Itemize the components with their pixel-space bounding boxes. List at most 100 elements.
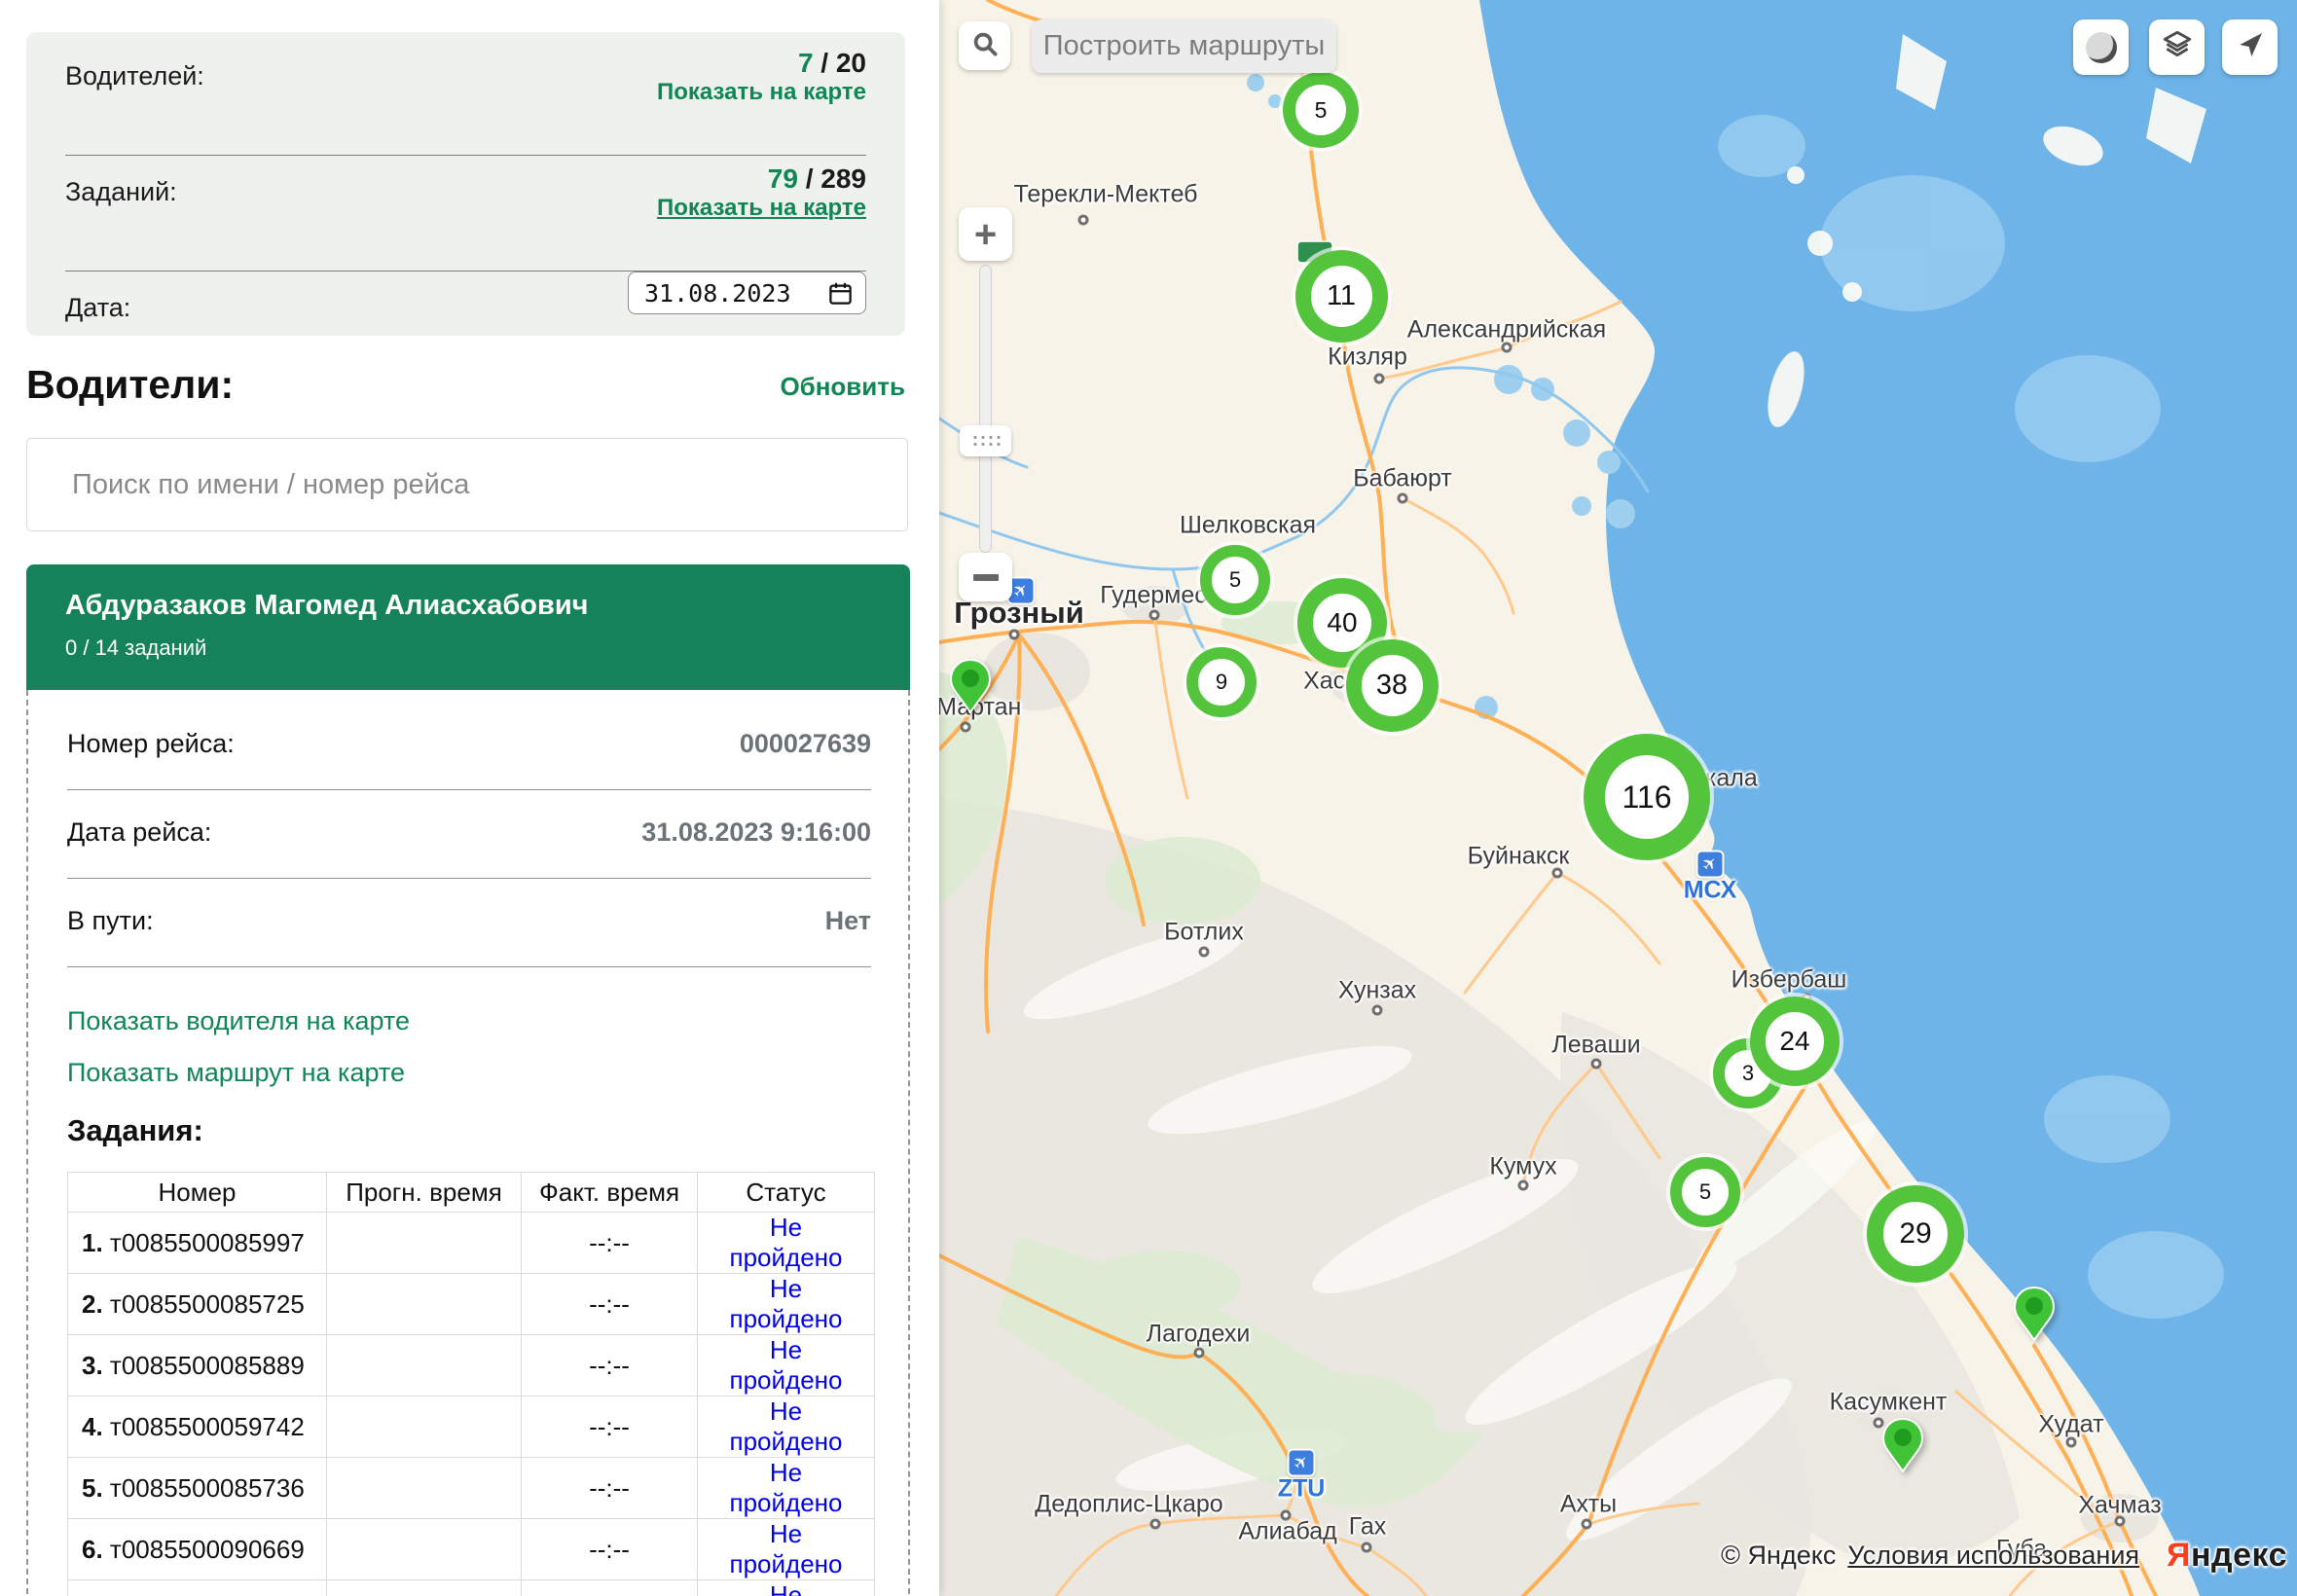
map-cluster-marker[interactable]: 5 <box>1283 72 1359 148</box>
map-label: Касумкент <box>1830 1389 1948 1417</box>
tasks-heading: Задания: <box>67 1113 871 1148</box>
map-label: Ботлих <box>1164 919 1244 947</box>
task-status: Не пройдено <box>698 1335 875 1396</box>
col-planned-time: Прогн. время <box>327 1173 522 1213</box>
map-pin[interactable] <box>949 658 992 719</box>
field-label: Дата рейса: <box>67 817 211 847</box>
map-pin[interactable] <box>2013 1286 2056 1347</box>
map-town-dot <box>1149 610 1160 621</box>
task-status-link[interactable]: Не пройдено <box>730 1213 843 1272</box>
map-label: Ахты <box>1560 1491 1617 1519</box>
zoom-slider-track[interactable] <box>979 265 992 553</box>
driver-card-header[interactable]: Абдуразаков Магомед Алиасхабович 0 / 14 … <box>26 564 910 690</box>
map-town-dot <box>1281 1510 1292 1521</box>
divider <box>67 966 871 967</box>
task-planned-time <box>327 1396 522 1458</box>
map-cluster-marker[interactable]: 9 <box>1186 647 1257 717</box>
map-pin[interactable] <box>1881 1417 1924 1478</box>
task-status: Не пройдено <box>698 1396 875 1458</box>
search-icon <box>970 29 1000 63</box>
date-value[interactable] <box>644 279 812 308</box>
tasks-count-value: 79 / 289 <box>768 163 866 194</box>
zoom-out-button[interactable] <box>959 553 1012 601</box>
task-actual-time: --:-- <box>522 1396 698 1458</box>
map-cluster-marker[interactable]: 5 <box>1670 1157 1740 1227</box>
map-search-button[interactable] <box>959 21 1010 70</box>
sidebar: Водителей: 7 / 20 Показать на карте Зада… <box>0 0 939 1596</box>
show-tasks-on-map-link[interactable]: Показать на карте <box>657 195 866 222</box>
zoom-slider-handle[interactable] <box>960 425 1011 456</box>
task-planned-time <box>327 1580 522 1596</box>
map-label: Гудермес <box>1100 582 1207 610</box>
driver-search[interactable] <box>26 438 908 531</box>
field-value: 000027639 <box>740 729 871 759</box>
task-status-link[interactable]: Не пройдено <box>730 1519 843 1578</box>
map-town-dot <box>1552 868 1563 879</box>
map-cluster-marker[interactable]: 29 <box>1867 1185 1964 1283</box>
task-status: Не пройдено <box>698 1274 875 1335</box>
show-on-map-link[interactable]: Показать маршрут на карте <box>67 1058 871 1088</box>
task-planned-time <box>327 1458 522 1519</box>
task-number: 3. т0085500085889 <box>68 1335 327 1396</box>
map-label: Дедоплис-Цкаро <box>1035 1491 1222 1519</box>
refresh-link[interactable]: Обновить <box>780 372 905 402</box>
map-town-dot <box>1518 1180 1529 1191</box>
drivers-count-value: 7 / 20 <box>798 48 866 78</box>
map-town-dot <box>961 722 971 733</box>
date-input[interactable] <box>628 272 866 314</box>
map-label: Буйнакск <box>1468 843 1570 871</box>
task-status-link[interactable]: Не пройдено <box>730 1580 843 1596</box>
map-cluster-marker[interactable]: 38 <box>1346 639 1439 732</box>
map-label: Избербаш <box>1732 966 1847 995</box>
task-number: 4. т0085500059742 <box>68 1396 327 1458</box>
terms-of-use-link[interactable]: Условия использования <box>1847 1541 2139 1571</box>
zoom-in-button[interactable]: + <box>959 207 1012 261</box>
tasks-count-label: Заданий: <box>65 177 177 206</box>
map-cluster-marker[interactable]: 116 <box>1584 734 1710 860</box>
map-label: Бабаюрт <box>1353 465 1452 493</box>
layers-button[interactable] <box>2149 19 2205 75</box>
task-status-link[interactable]: Не пройдено <box>730 1458 843 1517</box>
task-actual-time: --:-- <box>522 1519 698 1580</box>
map-label: Александрийская <box>1407 316 1606 345</box>
map-town-dot <box>1582 1519 1592 1530</box>
map-label: Кизляр <box>1328 344 1407 372</box>
task-actual-time: --:-- <box>522 1580 698 1596</box>
map-town-dot <box>1398 493 1408 504</box>
calendar-icon[interactable] <box>827 280 854 307</box>
task-status-link[interactable]: Не пройдено <box>730 1335 843 1395</box>
map-label: ZTU <box>1278 1475 1326 1504</box>
task-row: 2. т0085500085725 --:-- Не пройдено <box>68 1274 875 1335</box>
map-cluster-marker[interactable]: 5 <box>1200 545 1270 615</box>
task-status-link[interactable]: Не пройдено <box>730 1274 843 1333</box>
map-label: Хунзах <box>1338 977 1416 1005</box>
task-actual-time: --:-- <box>522 1274 698 1335</box>
locate-me-button[interactable] <box>2222 19 2278 75</box>
field-label: В пути: <box>67 906 154 935</box>
navigation-arrow-icon <box>2235 29 2266 65</box>
build-routes-button[interactable]: Построить маршруты <box>1032 19 1336 73</box>
map-label: Худат <box>2038 1411 2103 1439</box>
show-drivers-on-map-link[interactable]: Показать на карте <box>657 79 866 106</box>
map-cluster-marker[interactable]: 11 <box>1295 250 1388 343</box>
map-label: Кумух <box>1489 1153 1556 1181</box>
map-cluster-marker[interactable]: 24 <box>1750 997 1840 1086</box>
task-row: 1. т0085500085997--:--Не пройдено <box>68 1213 875 1274</box>
map-canvas[interactable]: Терекли-МектебКизлярАлександрийскаяБабаю… <box>939 0 2297 1596</box>
driver-search-input[interactable] <box>27 439 907 530</box>
driver-field-row: В пути:Нет <box>67 906 871 941</box>
map-town-dot <box>1502 343 1513 353</box>
task-planned-time <box>327 1519 522 1580</box>
grip-dots-icon <box>971 434 1001 448</box>
col-number: Номер <box>68 1173 327 1213</box>
task-number: 2. т0085500085725 <box>68 1274 327 1335</box>
show-on-map-link[interactable]: Показать водителя на карте <box>67 1006 871 1036</box>
task-status-link[interactable]: Не пройдено <box>730 1396 843 1456</box>
field-label: Номер рейса: <box>67 729 235 758</box>
yandex-logo[interactable]: Яндекс <box>2167 1537 2287 1575</box>
drivers-count-label: Водителей: <box>65 61 204 91</box>
task-status: Не пройдено <box>698 1213 875 1274</box>
divider <box>67 789 871 790</box>
date-label: Дата: <box>65 293 130 322</box>
panorama-button[interactable] <box>2073 19 2129 75</box>
